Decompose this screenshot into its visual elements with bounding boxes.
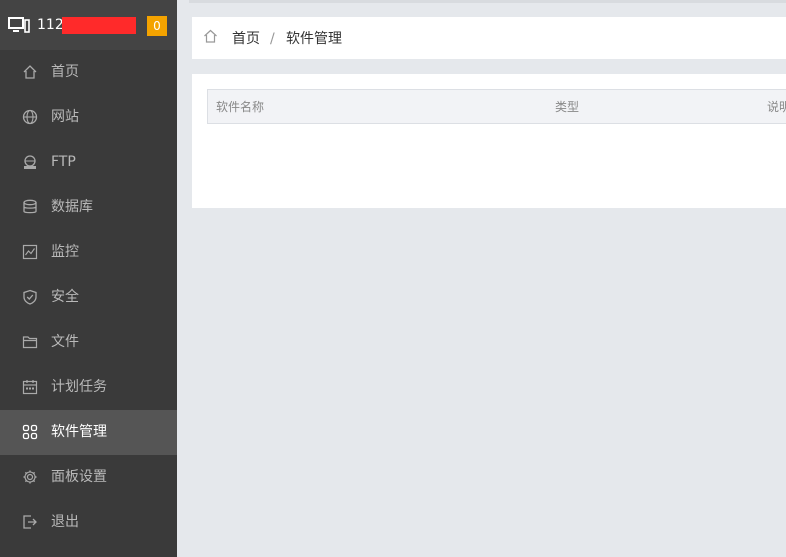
logout-icon bbox=[23, 515, 37, 529]
calendar-icon bbox=[22, 380, 38, 395]
sidebar-item-software[interactable]: 软件管理 bbox=[0, 410, 177, 455]
sidebar-item-home[interactable]: 首页 bbox=[0, 50, 177, 95]
sidebar-item-monitor[interactable]: 监控 bbox=[0, 230, 177, 275]
redacted-ip-block bbox=[62, 17, 136, 34]
breadcrumb: 首页 / 软件管理 bbox=[192, 17, 786, 59]
top-tab-strip bbox=[177, 0, 786, 3]
sidebar-nav: 首页 网站 FTP 数据库 监控 安全 文件 计划任务 软件管理 面板设置 退出 bbox=[0, 50, 177, 545]
server-header[interactable]: 112 0 bbox=[0, 0, 177, 50]
server-ip: 112 bbox=[37, 17, 64, 33]
sidebar-item-logout[interactable]: 退出 bbox=[0, 500, 177, 545]
sidebar-item-website[interactable]: 网站 bbox=[0, 95, 177, 140]
monitor-chart-icon bbox=[22, 244, 38, 260]
sidebar-item-label: 监控 bbox=[51, 244, 79, 260]
home-icon[interactable] bbox=[203, 29, 218, 43]
sidebar-item-cron[interactable]: 计划任务 bbox=[0, 365, 177, 410]
monitor-icon bbox=[8, 17, 30, 33]
shield-icon bbox=[23, 289, 37, 305]
home-icon bbox=[23, 65, 37, 79]
breadcrumb-separator: / bbox=[270, 31, 275, 47]
sidebar-item-label: 计划任务 bbox=[51, 379, 107, 395]
breadcrumb-current: 软件管理 bbox=[286, 31, 342, 47]
sidebar: 112 0 首页 网站 FTP 数据库 监控 安全 文件 计划任务 软件管理 面… bbox=[0, 0, 177, 557]
notification-badge[interactable]: 0 bbox=[147, 16, 167, 36]
globe-icon bbox=[22, 109, 38, 125]
database-icon bbox=[23, 199, 37, 214]
column-header-type[interactable]: 类型 bbox=[555, 99, 579, 115]
sidebar-item-label: FTP bbox=[51, 154, 76, 170]
tab-strip-line bbox=[189, 0, 786, 3]
column-header-name[interactable]: 软件名称 bbox=[216, 99, 264, 115]
sidebar-item-security[interactable]: 安全 bbox=[0, 275, 177, 320]
sidebar-item-label: 安全 bbox=[51, 289, 79, 305]
ftp-icon bbox=[24, 155, 36, 169]
grid-apps-icon bbox=[22, 424, 38, 440]
sidebar-item-label: 数据库 bbox=[51, 199, 93, 215]
gear-icon bbox=[23, 470, 37, 484]
sidebar-item-label: 网站 bbox=[51, 109, 79, 125]
software-panel: 软件名称 类型 说明 bbox=[192, 74, 786, 208]
table-header: 软件名称 类型 说明 bbox=[207, 89, 786, 124]
sidebar-item-settings[interactable]: 面板设置 bbox=[0, 455, 177, 500]
folder-icon bbox=[22, 336, 38, 349]
sidebar-item-database[interactable]: 数据库 bbox=[0, 185, 177, 230]
sidebar-item-label: 文件 bbox=[51, 334, 79, 350]
sidebar-item-ftp[interactable]: FTP bbox=[0, 140, 177, 185]
sidebar-item-label: 软件管理 bbox=[51, 424, 107, 440]
sidebar-item-label: 面板设置 bbox=[51, 469, 107, 485]
sidebar-item-label: 首页 bbox=[51, 64, 79, 80]
breadcrumb-home-link[interactable]: 首页 bbox=[232, 30, 260, 48]
sidebar-item-label: 退出 bbox=[51, 514, 79, 530]
sidebar-item-files[interactable]: 文件 bbox=[0, 320, 177, 365]
column-header-description[interactable]: 说明 bbox=[767, 99, 786, 115]
